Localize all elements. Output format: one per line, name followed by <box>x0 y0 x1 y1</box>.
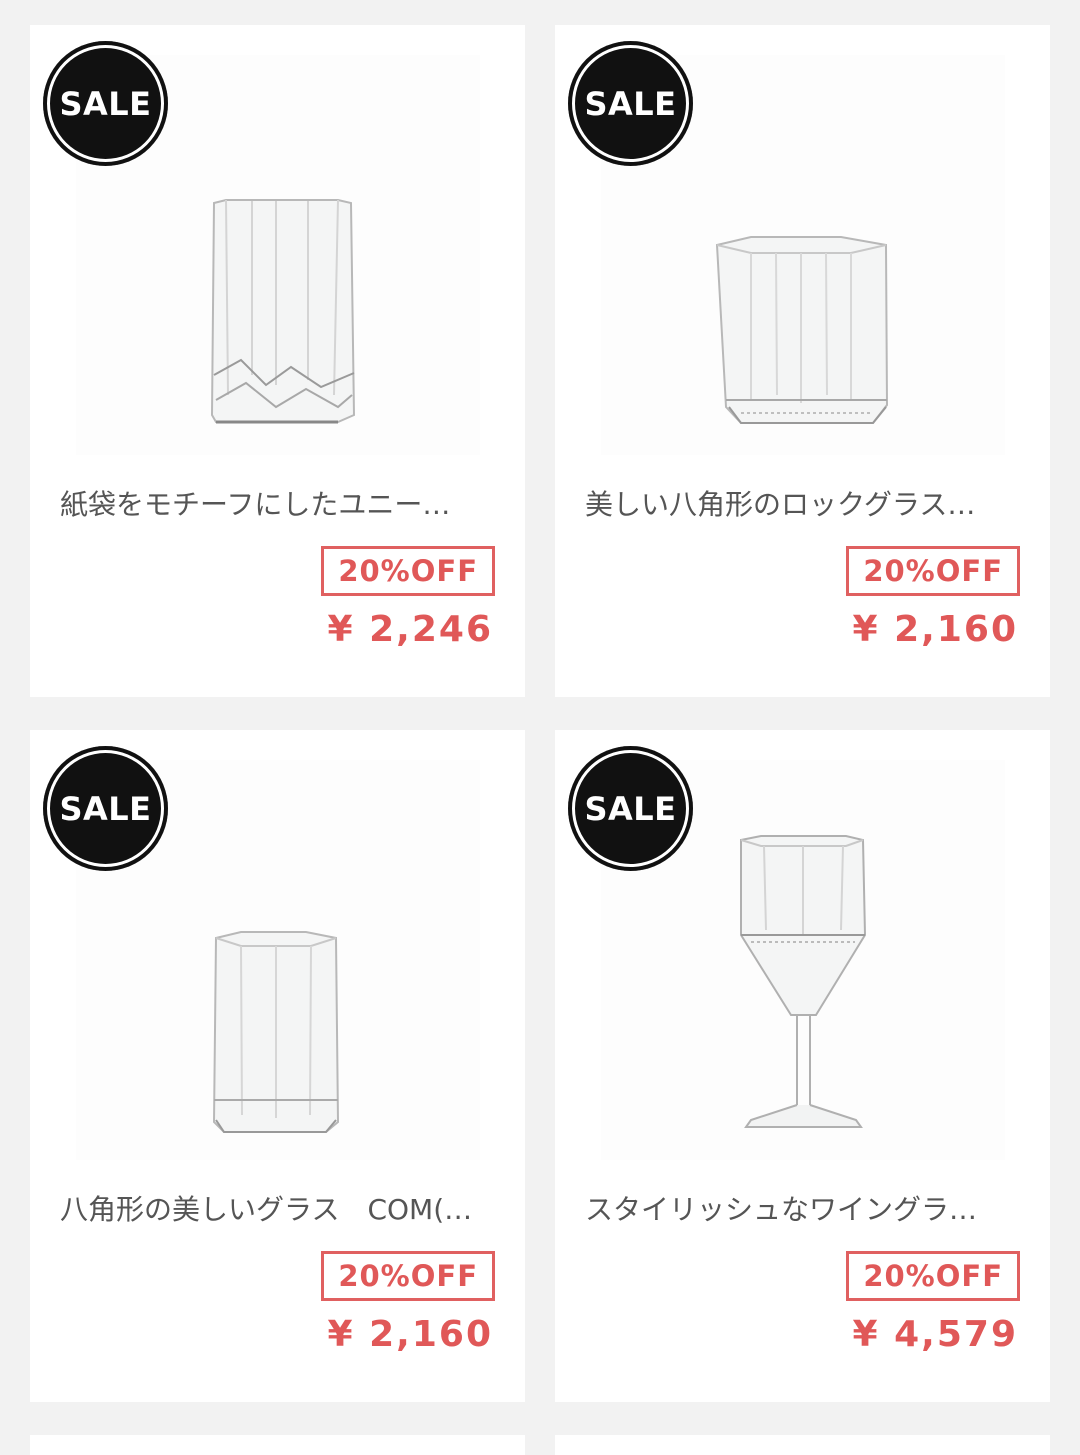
product-title[interactable]: スタイリッシュなワイングラ… <box>585 1188 1005 1228</box>
product-card[interactable]: SALE 八角形の美しいグラス COM(… 20%OFF ¥ 2,160 <box>30 730 525 1402</box>
discount-badge: 20%OFF <box>846 1251 1020 1301</box>
sale-badge: SALE <box>568 746 693 871</box>
product-grid: SALE 紙袋をモチーフにしたユニー… 20%OFF ¥ 2,246 SALE … <box>0 0 1080 1455</box>
product-title[interactable]: 美しい八角形のロックグラス… <box>585 483 1005 523</box>
sale-badge-label: SALE <box>584 789 677 828</box>
sale-badge-label: SALE <box>59 84 152 123</box>
discount-badge: 20%OFF <box>321 546 495 596</box>
discount-badge: 20%OFF <box>321 1251 495 1301</box>
sale-badge-label: SALE <box>584 84 677 123</box>
product-card[interactable]: SALE 美しい八角形のロックグラス… 20%OFF ¥ 2,160 <box>555 25 1050 697</box>
product-card-partial[interactable] <box>30 1435 525 1455</box>
product-price: ¥ 2,246 <box>327 609 493 650</box>
sale-badge: SALE <box>43 746 168 871</box>
product-card[interactable]: SALE スタイリッシュなワイングラ… 20%OFF ¥ 4,579 <box>555 730 1050 1402</box>
sale-badge: SALE <box>43 41 168 166</box>
sale-badge-label: SALE <box>59 789 152 828</box>
product-price: ¥ 4,579 <box>852 1314 1018 1355</box>
product-card[interactable]: SALE 紙袋をモチーフにしたユニー… 20%OFF ¥ 2,246 <box>30 25 525 697</box>
product-title[interactable]: 八角形の美しいグラス COM(… <box>60 1188 480 1228</box>
product-title[interactable]: 紙袋をモチーフにしたユニー… <box>60 483 480 523</box>
sale-badge: SALE <box>568 41 693 166</box>
discount-badge: 20%OFF <box>846 546 1020 596</box>
product-card-partial[interactable] <box>555 1435 1050 1455</box>
product-price: ¥ 2,160 <box>852 609 1018 650</box>
product-price: ¥ 2,160 <box>327 1314 493 1355</box>
